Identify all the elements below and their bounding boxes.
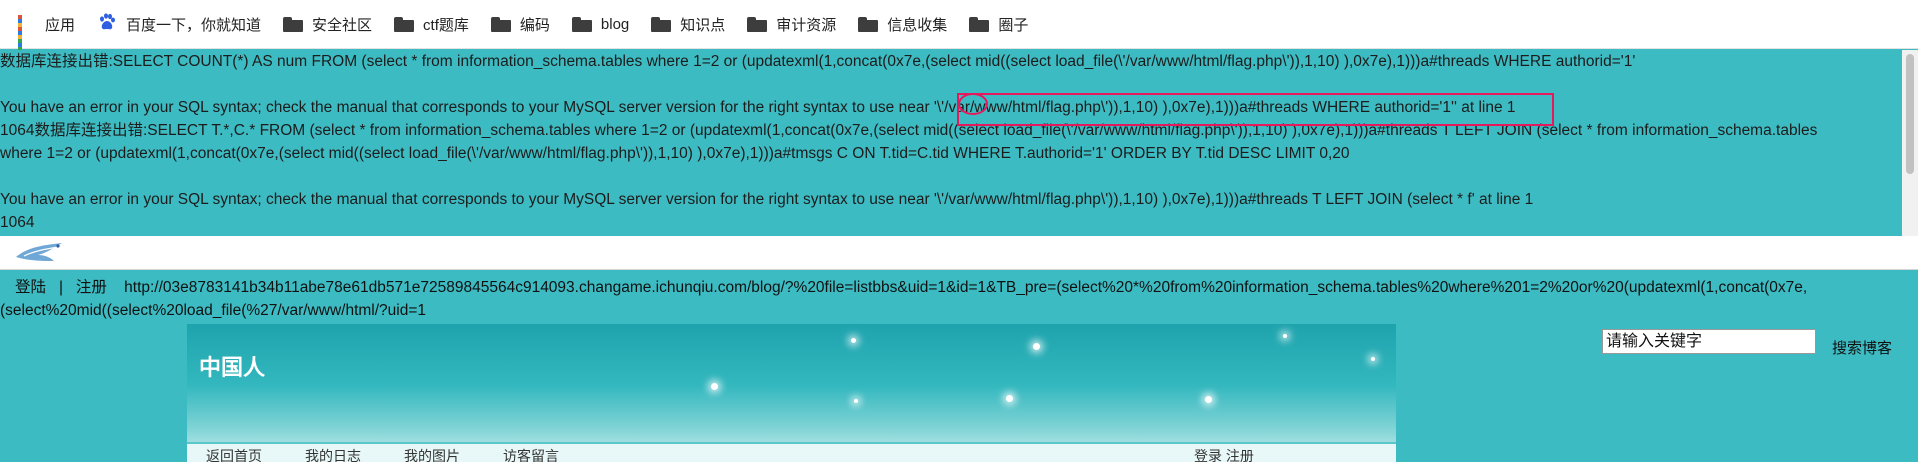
- bookmark-label: 圈子: [998, 16, 1029, 34]
- sparkle: [1205, 396, 1212, 403]
- menu-my-diary[interactable]: 我的日志: [305, 446, 361, 462]
- folder-icon: [747, 16, 768, 32]
- nav-bar: 登陆 | 注册 http://03e8783141b34b11abe78e61d…: [0, 272, 1918, 322]
- folder-icon: [490, 16, 511, 32]
- sparkle: [1006, 395, 1013, 402]
- folder-icon: [394, 16, 415, 32]
- error-line: 1064: [0, 214, 35, 231]
- folder-icon: [969, 16, 990, 32]
- bookmark-folder-encoding[interactable]: 编码: [490, 14, 550, 35]
- bookmark-label: 编码: [519, 16, 550, 34]
- nav-separator: |: [58, 279, 63, 296]
- blog-menu: 返回首页 我的日志 我的图片 访客留言 登录 注册: [187, 442, 1396, 462]
- annotation-highlight-box: [957, 93, 1554, 126]
- menu-login-register[interactable]: 登录 注册: [1194, 446, 1254, 462]
- search-blog-button[interactable]: 搜索博客: [1832, 337, 1892, 358]
- blog-search-input[interactable]: [1602, 329, 1816, 354]
- menu-guestbook[interactable]: 访客留言: [503, 446, 559, 462]
- sparkle: [1283, 334, 1287, 338]
- error-line: You have an error in your SQL syntax; ch…: [0, 191, 1534, 208]
- folder-icon: [858, 16, 879, 32]
- folder-icon: [651, 16, 672, 32]
- menu-my-pictures[interactable]: 我的图片: [404, 446, 460, 462]
- folder-icon: [283, 16, 304, 32]
- vertical-scrollbar[interactable]: [1902, 50, 1918, 236]
- bookmarks-bar: 应用 百度一下，你就知道 安全社区 ctf题库 编码 blog 知识点 审计资源…: [0, 0, 1918, 51]
- error-line: 数据库连接出错:SELECT COUNT(*) AS num FROM (sel…: [0, 53, 1636, 70]
- bookmark-label: 百度一下，你就知道: [126, 16, 262, 34]
- login-link[interactable]: 登陆: [15, 279, 46, 296]
- annotation-highlight-circle: [958, 93, 988, 115]
- register-link[interactable]: 注册: [76, 279, 107, 296]
- sparkle: [854, 399, 858, 403]
- folder-icon: [571, 16, 592, 32]
- bookmark-folder-security-community[interactable]: 安全社区: [283, 14, 372, 35]
- baidu-paw-icon: [97, 12, 117, 36]
- sparkle: [711, 383, 718, 390]
- error-line: where 1=2 or (updatexml(1,concat(0x7e,(s…: [0, 145, 1350, 162]
- request-url: http://03e8783141b34b11abe78e61db571e725…: [124, 279, 1808, 296]
- menu-home[interactable]: 返回首页: [206, 446, 262, 462]
- site-title: 中国人: [199, 355, 266, 380]
- bookmark-folder-audit[interactable]: 审计资源: [747, 14, 836, 35]
- blog-banner: 中国人 返回首页 我的日志 我的图片 访客留言 登录 注册: [187, 324, 1396, 462]
- sql-error-output: 数据库连接出错:SELECT COUNT(*) AS num FROM (sel…: [0, 50, 1902, 236]
- bookmark-baidu[interactable]: 百度一下，你就知道: [97, 12, 261, 36]
- request-url-continued: (select%20mid((select%20load_file(%27/va…: [0, 302, 427, 319]
- bookmark-label: 知识点: [680, 16, 726, 34]
- bookmark-apps[interactable]: 应用: [18, 14, 76, 51]
- sparkle: [1033, 343, 1040, 350]
- bookmark-folder-knowledge[interactable]: 知识点: [651, 14, 725, 35]
- bookmark-label: 审计资源: [776, 16, 837, 34]
- bookmark-label: 应用: [45, 16, 76, 34]
- sparkle: [1371, 357, 1375, 361]
- bookmark-label: 安全社区: [312, 16, 373, 34]
- bookmark-label: ctf题库: [423, 16, 469, 34]
- bookmark-folder-circle[interactable]: 圈子: [969, 14, 1028, 35]
- nav-row-2: (select%20mid((select%20load_file(%27/va…: [0, 299, 426, 322]
- logo-strip: [0, 236, 1918, 270]
- bird-logo-icon: [16, 243, 62, 261]
- scrollbar-thumb[interactable]: [1906, 54, 1914, 174]
- nav-row-1: 登陆 | 注册 http://03e8783141b34b11abe78e61d…: [15, 276, 1807, 300]
- bookmark-folder-blog[interactable]: blog: [571, 15, 630, 33]
- bookmark-folder-ctf[interactable]: ctf题库: [394, 14, 469, 35]
- sparkle: [851, 338, 856, 343]
- apps-grid-icon: [18, 15, 36, 51]
- bookmark-folder-recon[interactable]: 信息收集: [858, 14, 947, 35]
- bookmark-label: blog: [600, 15, 630, 33]
- bookmark-label: 信息收集: [887, 16, 948, 34]
